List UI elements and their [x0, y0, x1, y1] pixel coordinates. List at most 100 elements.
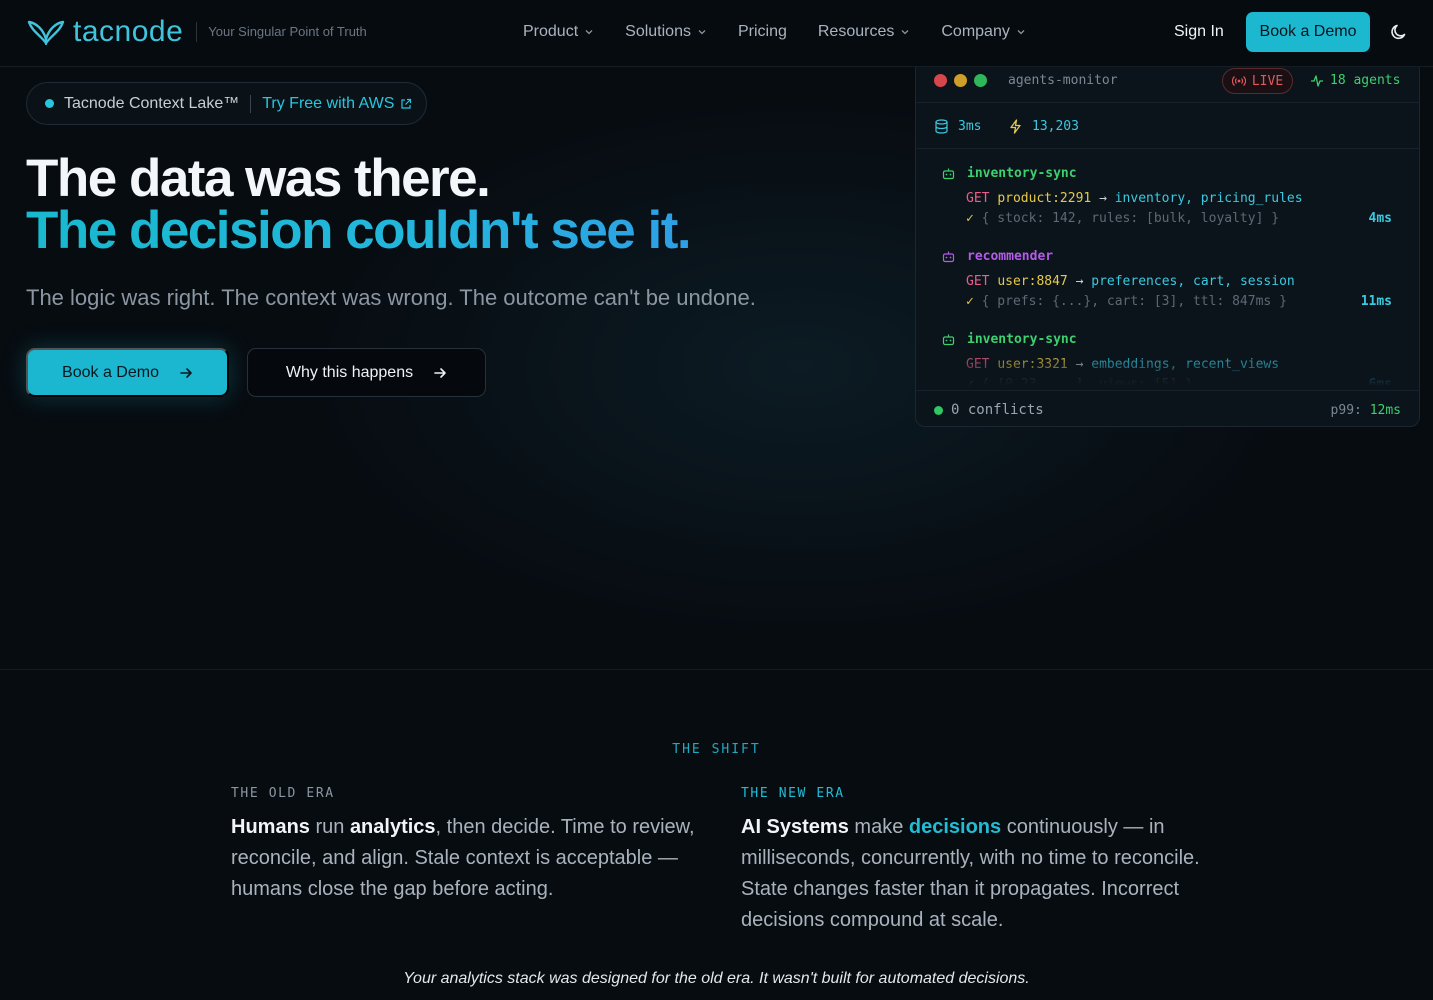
old-era-verb: run	[315, 816, 345, 838]
agent-log: inventory-sync GET product:2291 → invento…	[916, 149, 1419, 390]
nav-item-label: Product	[523, 23, 579, 40]
request-key: product:2291	[997, 191, 1092, 206]
agent-request: GET product:2291 → inventory, pricing_ru…	[966, 191, 1392, 207]
new-era-verb: make	[854, 816, 904, 838]
check-mark: ✓	[966, 211, 974, 226]
request-verb: GET	[966, 191, 990, 206]
old-era-label: THE OLD ERA	[231, 786, 335, 801]
brand-tagline: Your Singular Point of Truth	[208, 24, 367, 39]
announcement-pill: Tacnode Context Lake™ Try Free with AWS	[26, 82, 427, 125]
agent-log-entry: inventory-sync GET product:2291 → invento…	[942, 165, 1392, 227]
live-label: LIVE	[1251, 73, 1284, 89]
agent-name-label: recommender	[967, 248, 1054, 264]
agent-response: ✓ { stock: 142, rules: [bulk, loyalty] }…	[966, 211, 1392, 227]
moon-icon[interactable]	[1390, 23, 1408, 41]
request-arrow: →	[1099, 191, 1107, 206]
butterfly-logo-icon	[27, 20, 65, 46]
chevron-down-icon	[698, 30, 706, 35]
button-label: Why this happens	[285, 363, 414, 381]
new-era-object: decisions	[908, 816, 1002, 838]
agent-name-label: inventory-sync	[967, 331, 1077, 347]
old-era-object: analytics	[349, 816, 436, 838]
hero-subtitle: The logic was right. The context was wro…	[26, 285, 756, 310]
brand-divider	[196, 22, 198, 42]
agent-name: inventory-sync	[942, 165, 1392, 181]
status-dot	[934, 406, 943, 415]
try-free-aws-link[interactable]: Try Free with AWS	[262, 95, 412, 113]
nav-item-resources[interactable]: Resources	[818, 22, 910, 42]
agent-name-label: inventory-sync	[967, 165, 1077, 181]
request-fields: preferences, cart, session	[1091, 274, 1295, 289]
status-dot	[45, 99, 54, 108]
nav-item-label: Company	[941, 23, 1010, 40]
nav-item-solutions[interactable]: Solutions	[625, 22, 707, 42]
nav-book-demo-button[interactable]: Book a Demo	[1246, 12, 1370, 52]
activity-icon	[1311, 74, 1323, 87]
agents-label: 18 agents	[1330, 73, 1401, 88]
response-latency: 11ms	[1360, 294, 1392, 309]
agent-response: ✓ { prefs: {...}, cart: [3], ttl: 847ms …	[966, 294, 1392, 310]
robot-icon	[942, 334, 955, 345]
p99-latency: p99: 12ms	[1331, 403, 1401, 418]
panel-stats: 3ms 13,203	[916, 103, 1419, 149]
panel-header: agents-monitor LIVE 18 agents	[916, 61, 1419, 103]
throughput-stat: 13,203	[1008, 119, 1079, 134]
nav-item-label: Resources	[817, 23, 895, 40]
p99-value: 12ms	[1369, 403, 1401, 418]
nav-item-product[interactable]: Product	[523, 22, 594, 42]
sign-in-link[interactable]: Sign In	[1174, 22, 1224, 42]
new-era-text: AI Systems make decisions continuously —…	[741, 812, 1221, 936]
brand-name: tacnode	[73, 15, 184, 48]
button-label: Book a Demo	[62, 363, 159, 381]
request-key: user:8847	[997, 274, 1068, 289]
agents-monitor-panel: agents-monitor LIVE 18 agents 3ms 13,203	[915, 60, 1420, 427]
arrow-right-icon	[434, 367, 446, 378]
nav-item-company[interactable]: Company	[941, 22, 1025, 42]
latency-value: 3ms	[958, 119, 982, 134]
panel-title: agents-monitor	[1008, 73, 1118, 88]
section-label: THE SHIFT	[672, 742, 761, 757]
closing-statement: Your analytics stack was designed for th…	[403, 970, 1030, 987]
lightning-icon	[1010, 119, 1021, 134]
arrow-right-icon	[180, 367, 192, 378]
live-badge: LIVE	[1222, 68, 1293, 94]
new-era-label: THE NEW ERA	[741, 786, 845, 801]
response-payload: { prefs: {...}, cart: [3], ttl: 847ms }	[981, 294, 1287, 309]
nav-item-label: Pricing	[737, 23, 787, 40]
old-era-subject: Humans	[231, 816, 310, 838]
latency-stat: 3ms	[934, 119, 981, 134]
log-fade	[916, 349, 1419, 390]
nav-links: Product Solutions Pricing Resources Comp…	[523, 22, 1057, 42]
chevron-down-icon	[1017, 30, 1025, 35]
window-minimize-dot	[954, 74, 967, 87]
conflicts-count: 0 conflicts	[951, 402, 1044, 418]
book-demo-button[interactable]: Book a Demo	[26, 348, 229, 397]
external-link-icon	[401, 98, 412, 109]
panel-footer: 0 conflicts p99: 12ms	[916, 390, 1419, 426]
agents-count: 18 agents	[1310, 73, 1400, 88]
window-close-dot	[934, 74, 947, 87]
agent-name: recommender	[942, 248, 1392, 264]
old-era-text: Humans run analytics, then decide. Time …	[231, 812, 711, 905]
broadcast-icon	[1231, 76, 1246, 86]
p99-label: p99:	[1330, 403, 1362, 418]
check-mark: ✓	[966, 294, 974, 309]
chevron-down-icon	[585, 30, 593, 35]
database-icon	[935, 119, 948, 134]
agent-name: inventory-sync	[942, 331, 1392, 347]
request-verb: GET	[966, 274, 990, 289]
top-nav: tacnode Your Singular Point of Truth Pro…	[0, 0, 1433, 67]
pill-product-name: Tacnode Context Lake™	[64, 94, 240, 112]
window-maximize-dot	[974, 74, 987, 87]
why-this-happens-button[interactable]: Why this happens	[247, 348, 486, 397]
request-fields: inventory, pricing_rules	[1114, 191, 1303, 206]
request-arrow: →	[1075, 274, 1084, 289]
nav-item-label: Solutions	[625, 23, 691, 40]
response-payload: { stock: 142, rules: [bulk, loyalty] }	[981, 211, 1280, 226]
brand-logo[interactable]: tacnode Your Singular Point of Truth	[26, 16, 367, 48]
chevron-down-icon	[901, 30, 909, 35]
pill-link-label: Try Free with AWS	[262, 94, 395, 112]
robot-icon	[942, 251, 955, 262]
new-era-subject: AI Systems	[741, 816, 849, 838]
nav-item-pricing[interactable]: Pricing	[738, 22, 787, 42]
